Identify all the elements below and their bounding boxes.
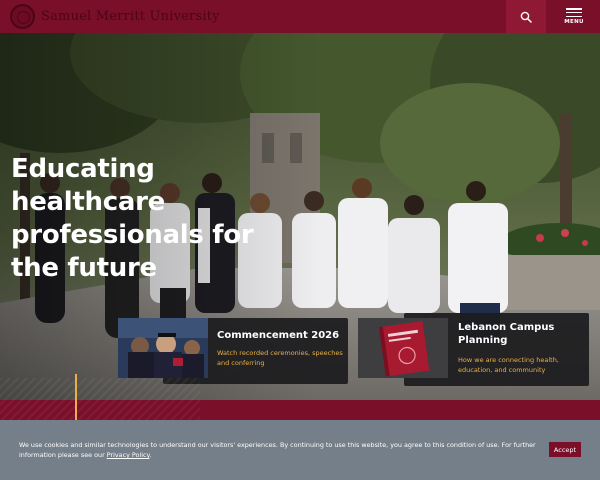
menu-label: MENU: [564, 19, 584, 25]
accept-button[interactable]: Accept: [549, 442, 581, 457]
commencement-title[interactable]: Commencement 2026: [217, 329, 347, 342]
commencement-thumbnail[interactable]: [118, 318, 208, 378]
lebanon-campus-thumbnail[interactable]: [358, 318, 448, 378]
decorative-hatch: [0, 378, 200, 420]
campus-book-photo: [358, 318, 448, 378]
cookie-message: We use cookies and similar technologies …: [19, 440, 539, 460]
gold-accent-line: [75, 374, 77, 420]
lebanon-campus-link[interactable]: How we are connecting health, education,…: [458, 355, 583, 375]
cookie-text: We use cookies and similar technologies …: [19, 441, 536, 459]
logo-text: Samuel Merritt University: [41, 9, 220, 24]
menu-button[interactable]: MENU: [548, 0, 600, 33]
search-icon: [520, 11, 532, 23]
privacy-policy-link[interactable]: Privacy Policy: [107, 451, 150, 459]
hamburger-icon: [566, 8, 582, 17]
cookie-banner: We use cookies and similar technologies …: [0, 420, 600, 480]
lebanon-campus-title[interactable]: Lebanon Campus Planning: [458, 321, 583, 347]
commencement-link[interactable]: Watch recorded ceremonies, speeches and …: [217, 348, 343, 368]
graduation-photo: [118, 318, 208, 378]
cookie-suffix: .: [149, 451, 152, 459]
university-seal-icon: [10, 4, 35, 29]
site-header: Samuel Merritt University MENU: [0, 0, 600, 33]
search-button[interactable]: [506, 0, 546, 33]
site-logo[interactable]: Samuel Merritt University: [10, 4, 220, 29]
hero-title: Educating healthcare professionals for t…: [11, 154, 254, 283]
